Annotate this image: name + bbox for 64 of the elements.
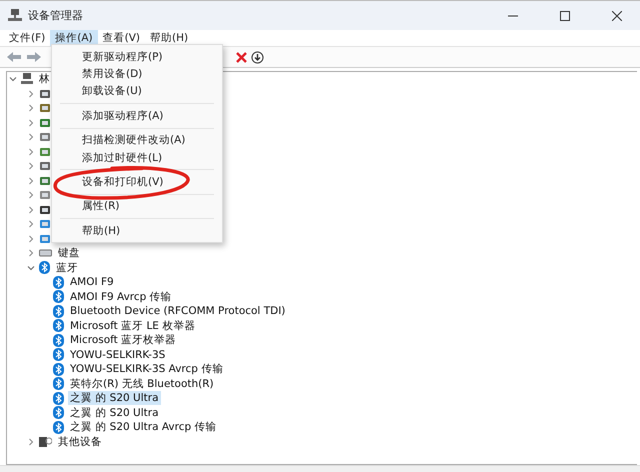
chevron-icon[interactable]	[27, 104, 35, 112]
bluetooth-icon	[53, 377, 64, 390]
menu-item[interactable]: 帮助(H)	[52, 222, 222, 240]
tree-item[interactable]: AMOI F9	[68, 276, 116, 288]
menu-item[interactable]: 帮助(H)	[145, 30, 194, 46]
tree-item[interactable]: AMOI F9 Avrcp 传输	[68, 290, 174, 304]
chevron-icon[interactable]	[27, 249, 35, 258]
tree-item[interactable]: 林	[37, 72, 52, 86]
tree-item[interactable]: YOWU-SELKIRK-3S Avrcp 传输	[68, 362, 226, 376]
tree-item[interactable]: 蓝牙	[54, 260, 80, 275]
bluetooth-icon	[53, 334, 64, 347]
tree-item[interactable]: Microsoft 蓝牙 LE 枚举器	[68, 318, 198, 333]
chevron-icon[interactable]	[27, 264, 35, 272]
bluetooth-icon	[53, 290, 64, 304]
bluetooth-icon	[53, 319, 64, 332]
keyboard-icon	[39, 248, 52, 258]
chevron-icon[interactable]	[27, 438, 35, 446]
tree-item[interactable]: 之翼 的 S20 Ultra	[68, 406, 161, 420]
chevron-icon[interactable]	[27, 162, 35, 170]
tree-item[interactable]: Bluetooth Device (RFCOMM Protocol TDI)	[68, 305, 288, 318]
chevron-icon[interactable]	[27, 206, 35, 214]
device-icon	[39, 436, 52, 448]
menu-item[interactable]: 卸载设备(U)	[52, 82, 222, 100]
tree-item[interactable]: 其他设备	[56, 434, 104, 449]
bluetooth-icon	[53, 406, 64, 420]
bluetooth-icon	[53, 304, 64, 318]
close-icon	[612, 10, 622, 20]
menu-item[interactable]: 添加过时硬件(L)	[52, 148, 222, 166]
menu-item[interactable]: 扫描检测硬件改动(A)	[52, 132, 222, 149]
tree-item[interactable]: 之翼 的 S20 Ultra	[68, 391, 161, 406]
chevron-icon[interactable]	[27, 234, 35, 243]
tree-item[interactable]: Microsoft 蓝牙枚举器	[68, 333, 178, 348]
tree-item[interactable]: YOWU-SELKIRK-3S	[68, 348, 168, 361]
bluetooth-icon	[53, 362, 64, 376]
download-icon[interactable]	[251, 50, 264, 64]
chevron-icon[interactable]	[27, 148, 35, 156]
chevron-icon[interactable]	[27, 191, 35, 200]
chevron-icon[interactable]	[9, 75, 17, 84]
menu-item[interactable]: 文件(F)	[4, 30, 50, 46]
computer-icon	[8, 9, 22, 22]
chevron-icon[interactable]	[27, 176, 35, 185]
tree-item[interactable]: 键盘	[56, 246, 82, 260]
chevron-icon[interactable]	[27, 133, 35, 142]
x-icon[interactable]	[236, 52, 247, 62]
bluetooth-icon	[39, 261, 50, 274]
bluetooth-icon	[53, 348, 64, 362]
menu-item[interactable]: 查看(V)	[98, 30, 146, 46]
maximize-icon	[560, 10, 570, 20]
bluetooth-icon	[53, 276, 64, 289]
chevron-icon[interactable]	[27, 118, 35, 127]
forward-arrow-icon[interactable]	[26, 51, 42, 63]
menu-item[interactable]: 设备和打印机(V)	[52, 173, 222, 191]
chevron-icon[interactable]	[27, 90, 35, 98]
chevron-icon[interactable]	[27, 220, 35, 228]
back-arrow-icon[interactable]	[6, 51, 22, 63]
menu-item[interactable]: 添加驱动程序(A)	[52, 107, 222, 124]
bluetooth-icon	[53, 392, 64, 405]
computer-icon	[21, 73, 33, 86]
tree-item[interactable]: 英特尔(R) 无线 Bluetooth(R)	[68, 376, 216, 391]
menu-item[interactable]: 禁用设备(D)	[52, 65, 222, 83]
bluetooth-icon	[53, 420, 64, 434]
menu-item[interactable]: 属性(R)	[52, 198, 222, 215]
tree-item[interactable]: 之翼 的 S20 Ultra Avrcp 传输	[68, 420, 218, 434]
window-title: 设备管理器	[28, 8, 84, 23]
